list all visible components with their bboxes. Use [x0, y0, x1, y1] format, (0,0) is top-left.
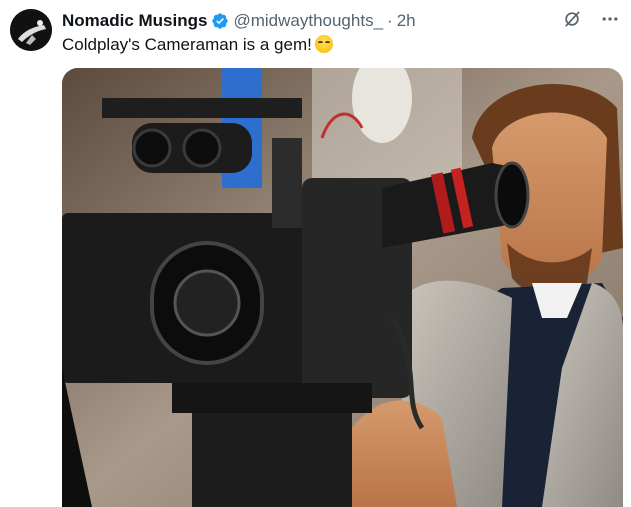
separator-dot: ·	[387, 11, 393, 30]
tweet-text: Coldplay's Cameraman is a gem!	[62, 35, 333, 55]
tweet-text-content: Coldplay's Cameraman is a gem!	[62, 35, 312, 54]
timestamp[interactable]: 2h	[397, 11, 416, 31]
verified-badge-icon	[211, 12, 229, 30]
tweet-media-image[interactable]	[62, 68, 623, 507]
grok-icon[interactable]	[561, 8, 583, 30]
tweet-header: Nomadic Musings @midwaythoughts_ · 2h	[62, 11, 416, 31]
user-handle[interactable]: @midwaythoughts_	[233, 11, 383, 31]
photo-illustration	[62, 68, 623, 507]
tweet-actions	[561, 8, 621, 30]
avatar[interactable]	[10, 9, 52, 51]
more-icon[interactable]	[599, 8, 621, 30]
display-name[interactable]: Nomadic Musings	[62, 11, 207, 31]
tears-of-joy-emoji-icon	[314, 35, 333, 53]
avatar-image	[10, 9, 52, 51]
